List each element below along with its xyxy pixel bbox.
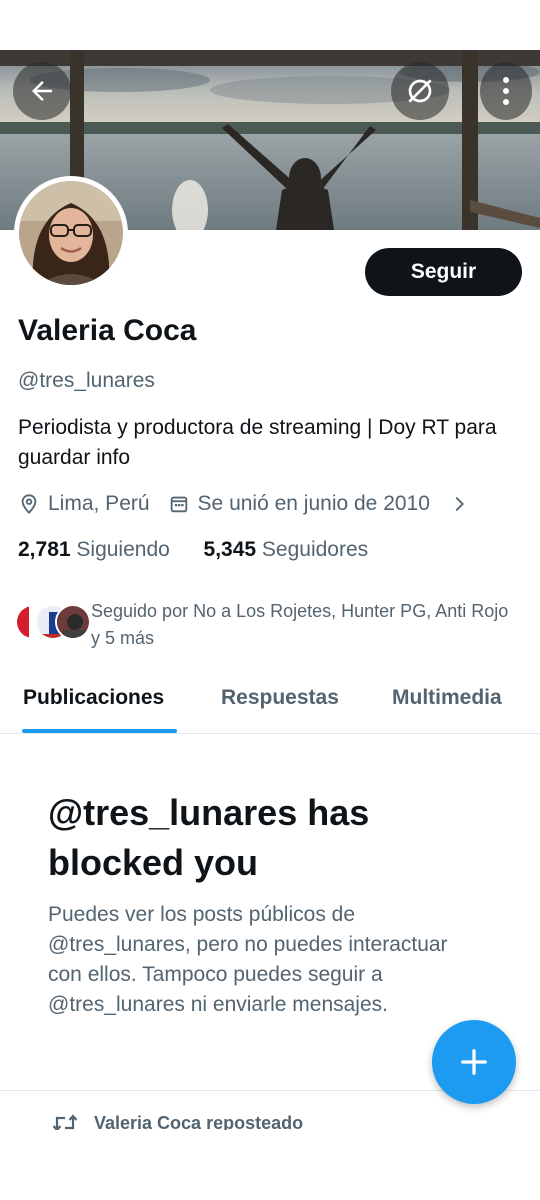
more-options-button[interactable] bbox=[480, 62, 532, 120]
following-link[interactable]: 2,781 Siguiendo bbox=[18, 538, 170, 561]
profile-tabs: Publicaciones Respuestas Multimedia bbox=[0, 670, 540, 734]
compose-post-button[interactable] bbox=[432, 1020, 516, 1104]
top-spacer bbox=[0, 0, 540, 50]
sync-toggle-button[interactable] bbox=[391, 62, 449, 120]
followers-link[interactable]: 5,345 Seguidores bbox=[204, 538, 369, 561]
profile-avatar[interactable] bbox=[14, 176, 128, 290]
calendar-icon bbox=[168, 493, 190, 515]
back-button[interactable] bbox=[13, 62, 71, 120]
profile-joined-date: Se unió en junio de 2010 bbox=[197, 492, 430, 515]
active-tab-indicator bbox=[22, 729, 177, 733]
blocked-title: @tres_lunares has blocked you bbox=[48, 792, 370, 883]
followed-by-text[interactable]: Seguido por No a Los Rojetes, Hunter PG,… bbox=[91, 598, 521, 652]
blocked-description: Puedes ver los posts públicos de @tres_l… bbox=[48, 903, 448, 1016]
tab-publicaciones[interactable]: Publicaciones bbox=[23, 686, 164, 710]
location-pin-icon bbox=[18, 493, 40, 515]
profile-bio: Periodista y productora de streaming | D… bbox=[18, 416, 497, 469]
bottom-spacer bbox=[0, 1130, 540, 1200]
plus-icon bbox=[461, 1049, 487, 1075]
profile-name: Valeria Coca bbox=[18, 314, 197, 347]
more-vertical-icon bbox=[503, 77, 509, 105]
sync-off-icon bbox=[408, 79, 432, 103]
follow-button[interactable]: Seguir bbox=[365, 248, 522, 296]
chevron-right-icon[interactable] bbox=[448, 493, 470, 515]
tab-respuestas[interactable]: Respuestas bbox=[221, 686, 339, 710]
follower-avatar bbox=[55, 604, 91, 640]
arrow-left-icon bbox=[32, 81, 52, 101]
profile-meta: Lima, Perú Se unió en junio de 2010 bbox=[18, 489, 478, 519]
tab-multimedia[interactable]: Multimedia bbox=[392, 686, 502, 710]
followed-by-avatars[interactable] bbox=[15, 604, 91, 640]
follow-stats: 2,781 Siguiendo 5,345 Seguidores bbox=[18, 538, 368, 562]
profile-location: Lima, Perú bbox=[48, 492, 150, 515]
profile-handle: @tres_lunares bbox=[18, 369, 155, 392]
